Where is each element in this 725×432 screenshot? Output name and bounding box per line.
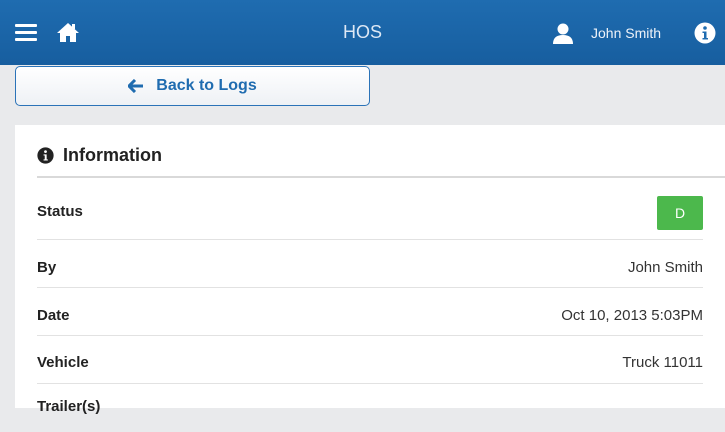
- panel-title: Information: [63, 145, 162, 165]
- user-name: John Smith: [591, 25, 662, 41]
- row-label: Status: [37, 203, 83, 220]
- row-value: Truck 11011: [622, 354, 703, 371]
- row-label: Date: [37, 307, 70, 324]
- app-header: HOS John Smith: [0, 0, 725, 65]
- user-icon: [553, 23, 573, 44]
- back-to-logs-button[interactable]: Back to Logs: [15, 66, 370, 106]
- info-circle-icon: [37, 147, 54, 164]
- info-icon[interactable]: [694, 22, 716, 44]
- back-to-logs-label: Back to Logs: [156, 77, 257, 94]
- info-row-by: By John Smith: [37, 241, 703, 288]
- row-label: Trailer(s): [37, 398, 101, 415]
- information-panel: Information Status D By John Smith Date …: [15, 125, 725, 415]
- row-value: Oct 10, 2013 5:03PM: [561, 307, 703, 324]
- info-row-date: Date Oct 10, 2013 5:03PM: [37, 289, 703, 336]
- status-badge: D: [657, 196, 703, 230]
- arrow-left-icon: [128, 79, 144, 93]
- row-label: By: [37, 259, 57, 276]
- row-label: Vehicle: [37, 354, 89, 371]
- info-row-vehicle: Vehicle Truck 11011: [37, 337, 703, 384]
- row-value: John Smith: [627, 259, 703, 276]
- panel-heading: Information: [37, 145, 162, 166]
- info-row-trailers: Trailer(s): [37, 385, 703, 432]
- info-row-status: Status D: [37, 193, 703, 240]
- divider: [37, 176, 725, 178]
